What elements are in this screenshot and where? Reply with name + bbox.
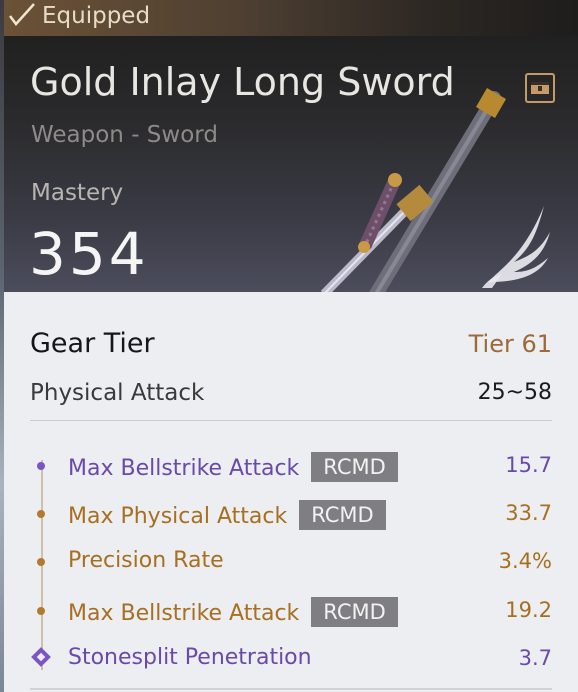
mastery-value: 354	[29, 220, 149, 288]
stat-label: Precision Rate	[68, 548, 224, 573]
stats-panel: Gear Tier Tier 61 Physical Attack 25~58 …	[4, 292, 578, 692]
tooltip-header: Equipped Gold Inlay Long Sword Weapon - …	[4, 0, 578, 292]
gear-tier-row: Gear Tier Tier 61	[30, 328, 552, 368]
rcmd-badge: RCMD	[311, 597, 398, 627]
gold-dot-icon	[37, 510, 45, 518]
rcmd-badge: RCMD	[299, 500, 386, 530]
item-tooltip-card: Equipped Gold Inlay Long Sword Weapon - …	[4, 0, 578, 692]
bottom-divider	[30, 688, 552, 690]
gold-dot-icon	[37, 558, 45, 566]
stat-label: Max Bellstrike Attack RCMD	[68, 597, 398, 627]
stat-value: 15.7	[505, 453, 552, 477]
stat-row: Precision Rate 3.4%	[68, 548, 552, 582]
purple-dot-icon	[37, 462, 45, 470]
stat-label: Stonesplit Penetration	[68, 645, 312, 670]
mastery-label: Mastery	[31, 180, 124, 206]
section-divider	[30, 420, 552, 421]
physical-attack-label: Physical Attack	[30, 380, 205, 406]
stat-row: Max Bellstrike Attack RCMD 19.2	[68, 597, 552, 631]
stat-row: Max Physical Attack RCMD 33.7	[68, 500, 552, 534]
rcmd-badge: RCMD	[311, 452, 398, 482]
physical-attack-value: 25~58	[477, 380, 552, 405]
check-icon	[9, 3, 35, 26]
stat-label: Max Bellstrike Attack RCMD	[68, 452, 398, 482]
stat-value: 3.7	[518, 646, 552, 670]
wing-icon	[482, 206, 550, 288]
gear-tier-label: Gear Tier	[30, 328, 155, 359]
stat-row: Max Bellstrike Attack RCMD 15.7	[68, 452, 552, 486]
equipped-banner: Equipped	[4, 0, 578, 36]
equipped-label: Equipped	[42, 3, 151, 29]
item-type: Weapon - Sword	[31, 122, 218, 148]
purple-diamond-icon	[31, 647, 51, 667]
physical-attack-row: Physical Attack 25~58	[30, 380, 552, 420]
stat-value: 33.7	[505, 501, 552, 525]
gear-tier-value: Tier 61	[468, 330, 552, 358]
stat-row: Stonesplit Penetration 3.7	[68, 645, 552, 679]
stat-value: 19.2	[505, 598, 552, 622]
stat-label: Max Physical Attack RCMD	[68, 500, 386, 530]
stat-value: 3.4%	[498, 549, 552, 573]
gold-dot-icon	[37, 607, 45, 615]
